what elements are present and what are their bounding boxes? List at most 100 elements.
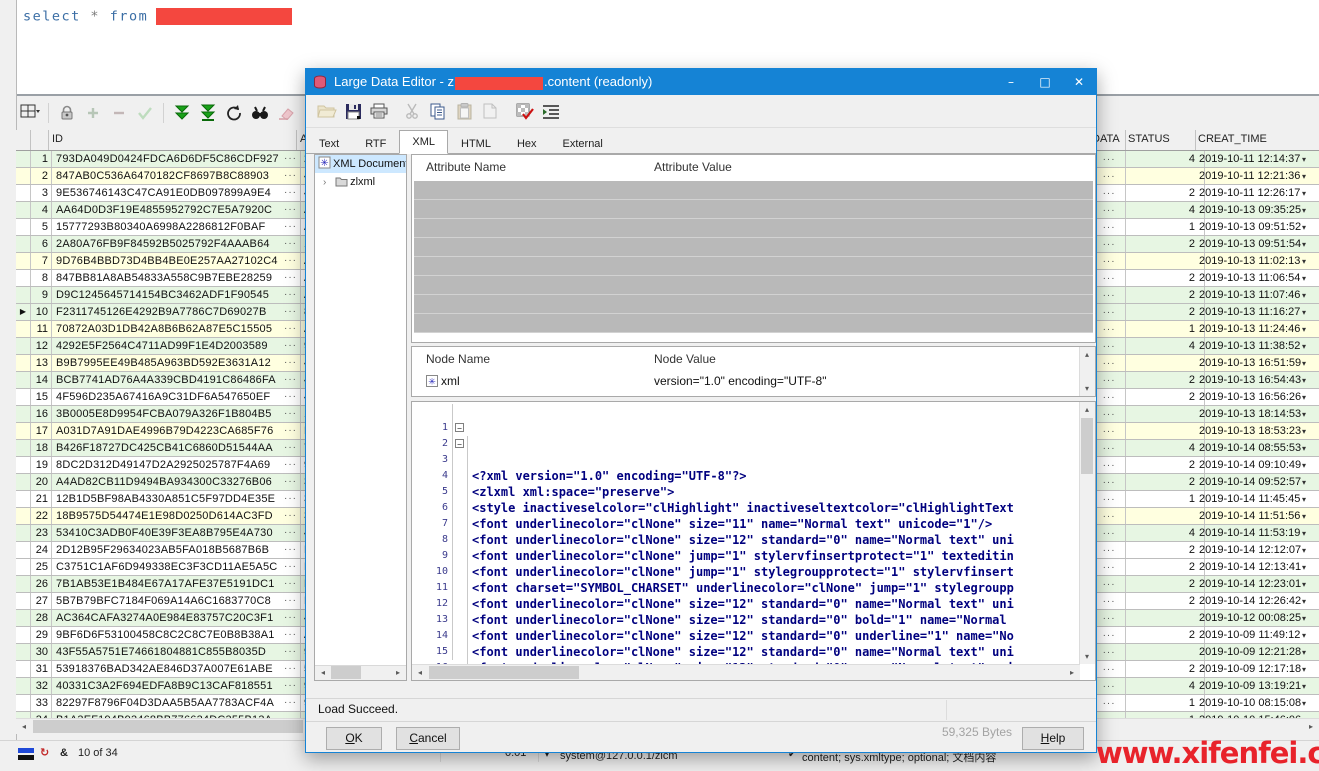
time-dropdown-icon[interactable]: ▾ xyxy=(1302,424,1306,439)
open-icon[interactable] xyxy=(315,99,339,123)
creat-time-cell[interactable]: 2019-10-13 11:24:46▾ xyxy=(1195,321,1319,337)
maximize-button[interactable]: □ xyxy=(1028,69,1062,95)
creat-time-cell[interactable]: 2019-10-13 09:35:25▾ xyxy=(1195,202,1319,218)
status-cell[interactable] xyxy=(1125,508,1205,524)
lob-ellipsis-button[interactable]: ··· xyxy=(284,321,297,337)
scroll-thumb[interactable] xyxy=(1081,418,1093,474)
data-ellipsis-button[interactable]: ··· xyxy=(1103,477,1116,488)
status-cell[interactable]: 2 xyxy=(1125,576,1205,592)
creat-time-cell[interactable]: 2019-10-14 09:52:57▾ xyxy=(1195,474,1319,490)
creat-time-cell[interactable]: 2019-10-14 12:13:41▾ xyxy=(1195,559,1319,575)
time-dropdown-icon[interactable]: ▾ xyxy=(1302,271,1306,286)
data-ellipsis-button[interactable]: ··· xyxy=(1103,596,1116,607)
minimize-button[interactable]: – xyxy=(994,69,1028,95)
id-cell[interactable]: 9BF6D6F53100458C8C2C8C7E0B8B38A1··· xyxy=(52,627,301,643)
cut-icon[interactable] xyxy=(400,99,424,123)
code-line[interactable]: 5 <font underlinecolor="clNone" size="12… xyxy=(412,468,1079,484)
creat-time-cell[interactable]: 2019-10-13 18:14:53▾ xyxy=(1195,406,1319,422)
time-dropdown-icon[interactable]: ▾ xyxy=(1302,679,1306,694)
row-selector-cell[interactable] xyxy=(16,236,31,252)
creat-time-cell[interactable]: 2019-10-11 12:26:17▾ xyxy=(1195,185,1319,201)
data-ellipsis-button[interactable]: ··· xyxy=(1103,579,1116,590)
time-dropdown-icon[interactable]: ▾ xyxy=(1302,390,1306,405)
lob-ellipsis-button[interactable]: ··· xyxy=(284,678,297,694)
row-selector-cell[interactable] xyxy=(16,355,31,371)
data-ellipsis-button[interactable]: ··· xyxy=(1103,188,1116,199)
expand-icon[interactable]: › xyxy=(323,174,332,192)
status-cell[interactable]: 2 xyxy=(1125,304,1205,320)
dialog-titlebar[interactable]: Large Data Editor - z.content (readonly)… xyxy=(306,69,1096,95)
data-ellipsis-button[interactable]: ··· xyxy=(1103,511,1116,522)
status-cell[interactable]: 2 xyxy=(1125,661,1205,677)
status-cell[interactable] xyxy=(1125,406,1205,422)
time-dropdown-icon[interactable]: ▾ xyxy=(1302,577,1306,592)
id-cell[interactable]: 18B9575D54474E1E98D0250D614AC3FD··· xyxy=(52,508,301,524)
creat-time-cell[interactable]: 2019-10-10 08:15:08▾ xyxy=(1195,695,1319,711)
creat-time-cell[interactable]: 2019-10-13 16:54:43▾ xyxy=(1195,372,1319,388)
row-selector-cell[interactable] xyxy=(16,474,31,490)
attribute-row-empty[interactable] xyxy=(414,200,1093,219)
data-ellipsis-button[interactable]: ··· xyxy=(1103,494,1116,505)
lob-ellipsis-button[interactable]: ··· xyxy=(284,304,297,320)
lob-ellipsis-button[interactable]: ··· xyxy=(284,355,297,371)
row-selector-cell[interactable] xyxy=(16,644,31,660)
row-selector-cell[interactable] xyxy=(16,287,31,303)
time-dropdown-icon[interactable]: ▾ xyxy=(1302,645,1306,660)
row-selector-cell[interactable] xyxy=(16,457,31,473)
status-cell[interactable] xyxy=(1125,644,1205,660)
lob-ellipsis-button[interactable]: ··· xyxy=(284,287,297,303)
creat-time-cell[interactable]: 2019-10-14 11:51:56▾ xyxy=(1195,508,1319,524)
lob-ellipsis-button[interactable]: ··· xyxy=(284,423,297,439)
data-ellipsis-button[interactable]: ··· xyxy=(1103,290,1116,301)
status-cell[interactable]: 2 xyxy=(1125,185,1205,201)
lob-ellipsis-button[interactable]: ··· xyxy=(284,338,297,354)
data-ellipsis-button[interactable]: ··· xyxy=(1103,324,1116,335)
tab-hex[interactable]: Hex xyxy=(504,133,550,155)
lob-ellipsis-button[interactable]: ··· xyxy=(284,236,297,252)
row-selector-cell[interactable] xyxy=(16,542,31,558)
id-cell[interactable]: 2D12B95F29634023AB5FA018B5687B6B··· xyxy=(52,542,301,558)
lob-ellipsis-button[interactable]: ··· xyxy=(284,185,297,201)
creat-time-cell[interactable]: 2019-10-13 11:02:13▾ xyxy=(1195,253,1319,269)
time-dropdown-icon[interactable]: ▾ xyxy=(1302,611,1306,626)
tab-rtf[interactable]: RTF xyxy=(352,133,399,155)
lob-ellipsis-button[interactable]: ··· xyxy=(284,270,297,286)
add-record-icon[interactable] xyxy=(81,101,105,125)
data-ellipsis-button[interactable]: ··· xyxy=(1103,358,1116,369)
time-dropdown-icon[interactable]: ▾ xyxy=(1302,169,1306,184)
fetch-all-icon[interactable] xyxy=(196,101,220,125)
data-ellipsis-button[interactable]: ··· xyxy=(1103,392,1116,403)
row-selector-cell[interactable] xyxy=(16,525,31,541)
id-cell[interactable]: A4AD82CB11D9494BA934300C33276B06··· xyxy=(52,474,301,490)
id-cell[interactable]: AA64D0D3F19E4855952792C7E5A7920C··· xyxy=(52,202,301,218)
find-icon[interactable] xyxy=(248,101,272,125)
creat-time-cell[interactable]: 2019-10-13 11:16:27▾ xyxy=(1195,304,1319,320)
id-cell[interactable]: 8DC2D312D49147D2A2925025787F4A69··· xyxy=(52,457,301,473)
data-ellipsis-button[interactable]: ··· xyxy=(1103,375,1116,386)
lob-ellipsis-button[interactable]: ··· xyxy=(284,151,297,167)
status-cell[interactable]: 2 xyxy=(1125,287,1205,303)
id-cell[interactable]: 5B7B79BFC7184F069A14A6C1683770C8··· xyxy=(52,593,301,609)
code-line[interactable]: 3 − <style inactiveselcolor="clHighlight… xyxy=(412,436,1079,452)
column-header-status[interactable]: STATUS xyxy=(1128,133,1170,145)
creat-time-cell[interactable]: 2019-10-14 11:45:45▾ xyxy=(1195,491,1319,507)
id-cell[interactable]: 3B0005E8D9954FCBA079A326F1B804B5··· xyxy=(52,406,301,422)
auto-refresh-icon[interactable]: ↻ xyxy=(40,746,49,759)
status-cell[interactable]: 1 xyxy=(1125,321,1205,337)
scroll-up-icon[interactable]: ▴ xyxy=(1080,348,1094,361)
copy-icon[interactable] xyxy=(426,99,450,123)
row-selector-cell[interactable] xyxy=(16,627,31,643)
scroll-left-icon[interactable]: ◂ xyxy=(16,720,32,733)
fetch-next-icon[interactable] xyxy=(170,101,194,125)
id-cell[interactable]: 40331C3A2F694EDFA8B9C13CAF818551··· xyxy=(52,678,301,694)
row-selector-cell[interactable] xyxy=(16,168,31,184)
lob-ellipsis-button[interactable]: ··· xyxy=(284,440,297,456)
tree-item-xml-document[interactable]: ✳ XML Document xyxy=(315,155,406,173)
status-cell[interactable] xyxy=(1125,168,1205,184)
time-dropdown-icon[interactable]: ▾ xyxy=(1302,509,1306,524)
time-dropdown-icon[interactable]: ▾ xyxy=(1302,696,1306,711)
scroll-right-icon[interactable]: ▸ xyxy=(1303,720,1319,733)
paste-icon[interactable] xyxy=(452,99,476,123)
status-cell[interactable]: 1 xyxy=(1125,695,1205,711)
row-selector-cell[interactable] xyxy=(16,610,31,626)
